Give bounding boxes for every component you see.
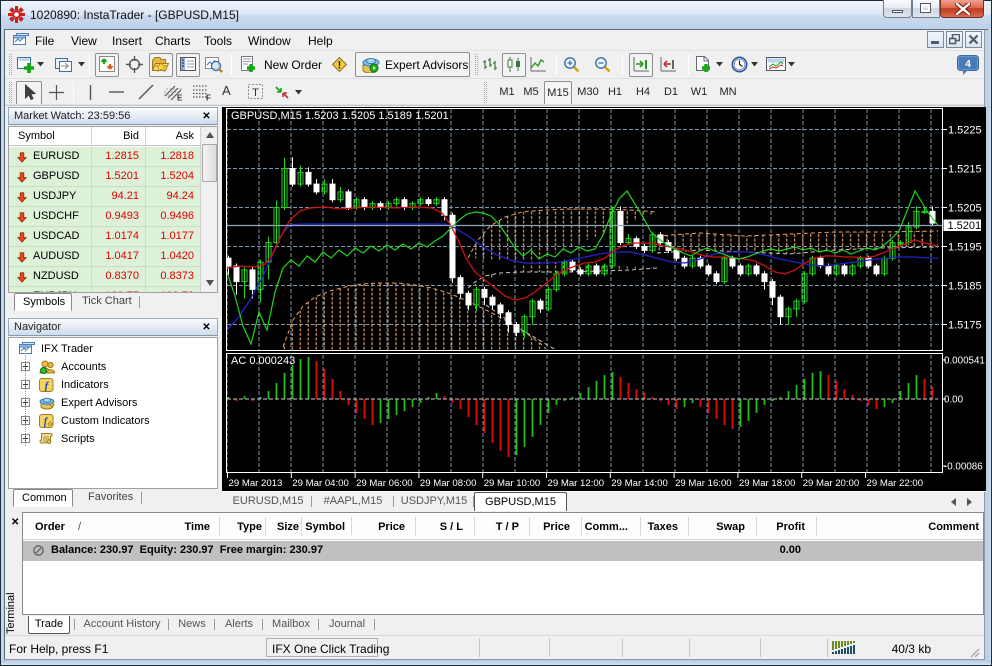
svg-text:29 Mar 14:00: 29 Mar 14:00 bbox=[611, 478, 668, 489]
svg-text:0.00: 0.00 bbox=[944, 395, 964, 406]
svg-text:29 Mar 10:00: 29 Mar 10:00 bbox=[484, 478, 541, 489]
svg-text:F: F bbox=[206, 94, 211, 102]
svg-text:29 Mar 16:00: 29 Mar 16:00 bbox=[675, 478, 732, 489]
svg-text:29 Mar 20:00: 29 Mar 20:00 bbox=[803, 478, 860, 489]
svg-text:29 Mar 06:00: 29 Mar 06:00 bbox=[356, 478, 413, 489]
svg-text:1.5175: 1.5175 bbox=[948, 320, 982, 332]
svg-text:GBPUSD,M15 1.5203 1.5205 1.51: GBPUSD,M15 1.5203 1.5205 1.5189 1.5201 bbox=[231, 110, 449, 122]
svg-text:29 Mar 22:00: 29 Mar 22:00 bbox=[867, 478, 924, 489]
svg-text:29 Mar 2013: 29 Mar 2013 bbox=[229, 478, 283, 489]
svg-text:T: T bbox=[252, 87, 259, 99]
svg-text:29 Mar 08:00: 29 Mar 08:00 bbox=[420, 478, 477, 489]
svg-text:1.5205: 1.5205 bbox=[948, 203, 982, 215]
svg-text:29 Mar 18:00: 29 Mar 18:00 bbox=[739, 478, 796, 489]
svg-text:1.5195: 1.5195 bbox=[948, 242, 982, 254]
svg-text:E: E bbox=[177, 94, 183, 102]
svg-text:1.5185: 1.5185 bbox=[948, 281, 982, 293]
svg-text:29 Mar 04:00: 29 Mar 04:00 bbox=[292, 478, 349, 489]
svg-text:29 Mar 12:00: 29 Mar 12:00 bbox=[548, 478, 605, 489]
svg-text:!: ! bbox=[338, 60, 342, 72]
svg-text:0.000541: 0.000541 bbox=[944, 356, 985, 367]
svg-text:1.5201: 1.5201 bbox=[948, 220, 982, 232]
svg-text:AC 0.000243: AC 0.000243 bbox=[231, 355, 295, 367]
svg-text:1.5215: 1.5215 bbox=[948, 164, 982, 176]
svg-text:4: 4 bbox=[965, 59, 971, 70]
svg-text:1.5225: 1.5225 bbox=[948, 125, 982, 137]
svg-text:-0.00086: -0.00086 bbox=[944, 462, 983, 473]
